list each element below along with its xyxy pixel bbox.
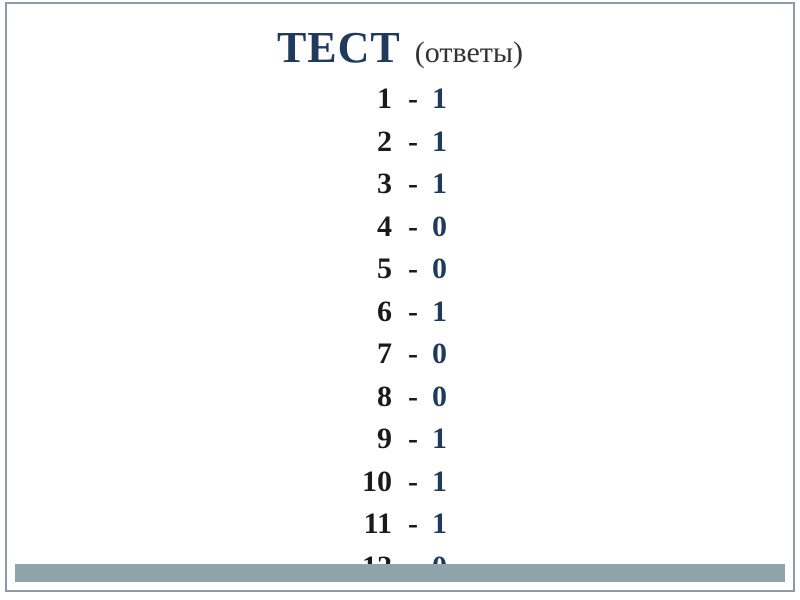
- answer-row: 10 - 1: [344, 462, 456, 503]
- bottom-accent-bar: [15, 564, 785, 582]
- question-number: 1: [344, 79, 392, 120]
- answer-value: 1: [432, 462, 456, 503]
- answer-value: 0: [432, 249, 456, 290]
- answer-value: 1: [432, 122, 456, 163]
- answer-row: 2 - 1: [344, 122, 456, 163]
- answer-value: 1: [432, 504, 456, 545]
- dash-separator: -: [408, 164, 418, 205]
- dash-separator: -: [408, 419, 418, 460]
- answer-row: 6 - 1: [344, 292, 456, 333]
- answer-row: 3 - 1: [344, 164, 456, 205]
- answer-value: 0: [432, 334, 456, 375]
- answer-value: 1: [432, 164, 456, 205]
- answer-value: 0: [432, 377, 456, 418]
- question-number: 8: [344, 377, 392, 418]
- dash-separator: -: [408, 462, 418, 503]
- dash-separator: -: [408, 334, 418, 375]
- question-number: 3: [344, 164, 392, 205]
- title-main: ТЕСТ: [277, 22, 401, 73]
- dash-separator: -: [408, 377, 418, 418]
- dash-separator: -: [408, 504, 418, 545]
- question-number: 7: [344, 334, 392, 375]
- title-sub: (ответы): [415, 36, 523, 70]
- title-row: ТЕСТ (ответы): [277, 22, 523, 73]
- question-number: 6: [344, 292, 392, 333]
- answer-row: 4 - 0: [344, 207, 456, 248]
- question-number: 10: [344, 462, 392, 503]
- answer-value: 1: [432, 292, 456, 333]
- question-number: 4: [344, 207, 392, 248]
- answer-row: 7 - 0: [344, 334, 456, 375]
- answer-value: 0: [432, 207, 456, 248]
- question-number: 11: [344, 504, 392, 545]
- answer-row: 8 - 0: [344, 377, 456, 418]
- question-number: 5: [344, 249, 392, 290]
- dash-separator: -: [408, 207, 418, 248]
- question-number: 2: [344, 122, 392, 163]
- slide-container: ТЕСТ (ответы) 1 - 1 2 - 1 3 - 1 4 - 0 5 …: [5, 2, 795, 592]
- answer-row: 9 - 1: [344, 419, 456, 460]
- answer-row: 5 - 0: [344, 249, 456, 290]
- question-number: 9: [344, 419, 392, 460]
- dash-separator: -: [408, 292, 418, 333]
- answer-row: 11 - 1: [344, 504, 456, 545]
- dash-separator: -: [408, 122, 418, 163]
- answer-value: 1: [432, 419, 456, 460]
- dash-separator: -: [408, 249, 418, 290]
- dash-separator: -: [408, 79, 418, 120]
- answers-list: 1 - 1 2 - 1 3 - 1 4 - 0 5 - 0 6 - 1: [344, 79, 456, 587]
- answer-row: 1 - 1: [344, 79, 456, 120]
- answer-value: 1: [432, 79, 456, 120]
